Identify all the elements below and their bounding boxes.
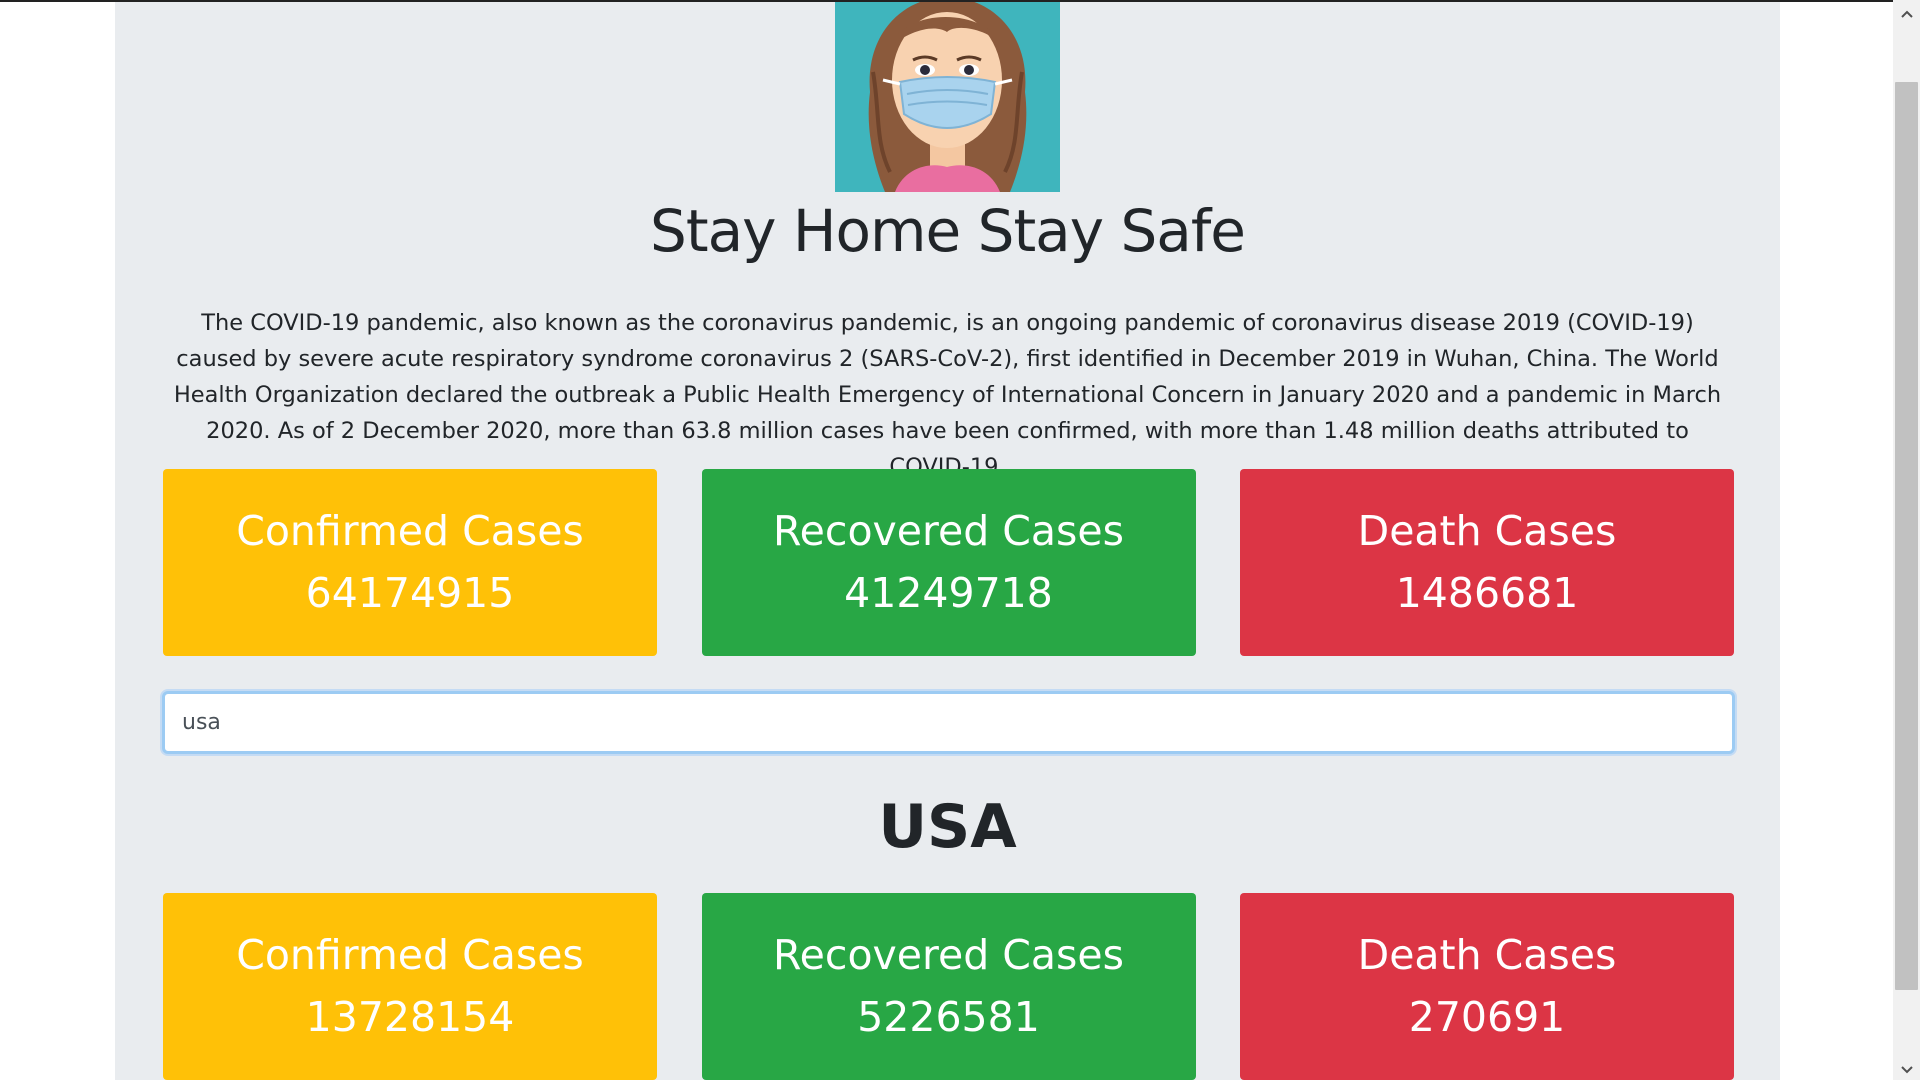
country-deaths-value: 270691 [1408,992,1566,1041]
country-deaths-card: Death Cases 270691 [1240,893,1734,1080]
country-confirmed-label: Confirmed Cases [236,930,584,979]
global-stats: Confirmed Cases 64174915 Recovered Cases… [163,469,1734,656]
country-confirmed-card: Confirmed Cases 13728154 [163,893,657,1080]
country-recovered-label: Recovered Cases [773,930,1124,979]
global-confirmed-card: Confirmed Cases 64174915 [163,469,657,656]
global-recovered-label: Recovered Cases [773,506,1124,555]
global-confirmed-value: 64174915 [305,568,515,617]
country-recovered-value: 5226581 [857,992,1040,1041]
chevron-down-icon[interactable] [1893,1060,1920,1080]
global-deaths-card: Death Cases 1486681 [1240,469,1734,656]
country-name: USA [878,792,1017,862]
scrollbar-thumb[interactable] [1895,82,1918,990]
global-recovered-card: Recovered Cases 41249718 [701,469,1196,656]
global-deaths-value: 1486681 [1395,568,1579,617]
global-recovered-value: 41249718 [844,568,1053,617]
covid-description: The COVID-19 pandemic, also known as the… [173,310,1722,480]
country-search-input[interactable] [165,694,1732,751]
country-deaths-label: Death Cases [1357,930,1617,979]
chevron-up-icon[interactable] [1893,4,1920,24]
country-search-box [162,691,1735,754]
page-title: Stay Home Stay Safe [650,197,1246,265]
woman-with-mask-illustration [835,2,1060,192]
country-confirmed-value: 13728154 [305,992,515,1041]
global-confirmed-label: Confirmed Cases [236,506,584,555]
country-stats: Confirmed Cases 13728154 Recovered Cases… [163,893,1734,1080]
page-container: Stay Home Stay Safe The COVID-19 pandemi… [115,2,1780,1080]
global-deaths-label: Death Cases [1357,506,1617,555]
vertical-scrollbar[interactable] [1893,0,1920,1080]
country-recovered-card: Recovered Cases 5226581 [701,893,1196,1080]
